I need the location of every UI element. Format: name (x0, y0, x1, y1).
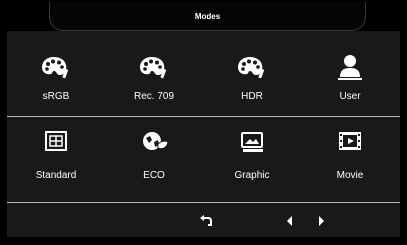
left-arrow-icon[interactable] (283, 214, 297, 228)
osd-menu: Modes sRGB Rec. 709 HDR User Standard EC… (0, 0, 407, 245)
return-icon[interactable] (199, 214, 213, 228)
mode-label: User (339, 91, 361, 102)
mode-label: Graphic (234, 170, 270, 181)
standard-icon (45, 131, 67, 151)
mode-srgb[interactable]: sRGB (7, 39, 105, 114)
nav-bar (7, 203, 400, 237)
eco-icon (143, 132, 169, 150)
mode-movie[interactable]: Movie (301, 124, 399, 204)
user-icon (338, 55, 362, 80)
modes-row-1: sRGB Rec. 709 HDR User (7, 39, 400, 114)
mode-standard[interactable]: Standard (7, 124, 105, 204)
divider (7, 116, 400, 117)
mode-label: sRGB (42, 91, 70, 102)
mode-user[interactable]: User (301, 39, 399, 114)
palette-icon (140, 57, 167, 79)
mode-label: Standard (35, 170, 77, 181)
right-arrow-icon[interactable] (314, 214, 328, 228)
mode-hdr[interactable]: HDR (203, 39, 301, 114)
palette-icon (42, 57, 69, 79)
movie-icon (339, 132, 361, 150)
mode-eco[interactable]: ECO (105, 124, 203, 204)
mode-rec709[interactable]: Rec. 709 (105, 39, 203, 114)
modes-row-2: Standard ECO Graphic Movie (7, 124, 400, 204)
menu-title: Modes (49, 2, 366, 31)
mode-graphic[interactable]: Graphic (203, 124, 301, 204)
mode-label: Movie (336, 170, 364, 181)
modes-panel: sRGB Rec. 709 HDR User Standard ECO Grap… (7, 31, 400, 237)
mode-label: HDR (241, 91, 263, 102)
graphic-icon (241, 132, 263, 152)
palette-icon (238, 57, 265, 79)
mode-label: ECO (143, 170, 165, 181)
mode-label: Rec. 709 (133, 91, 175, 102)
